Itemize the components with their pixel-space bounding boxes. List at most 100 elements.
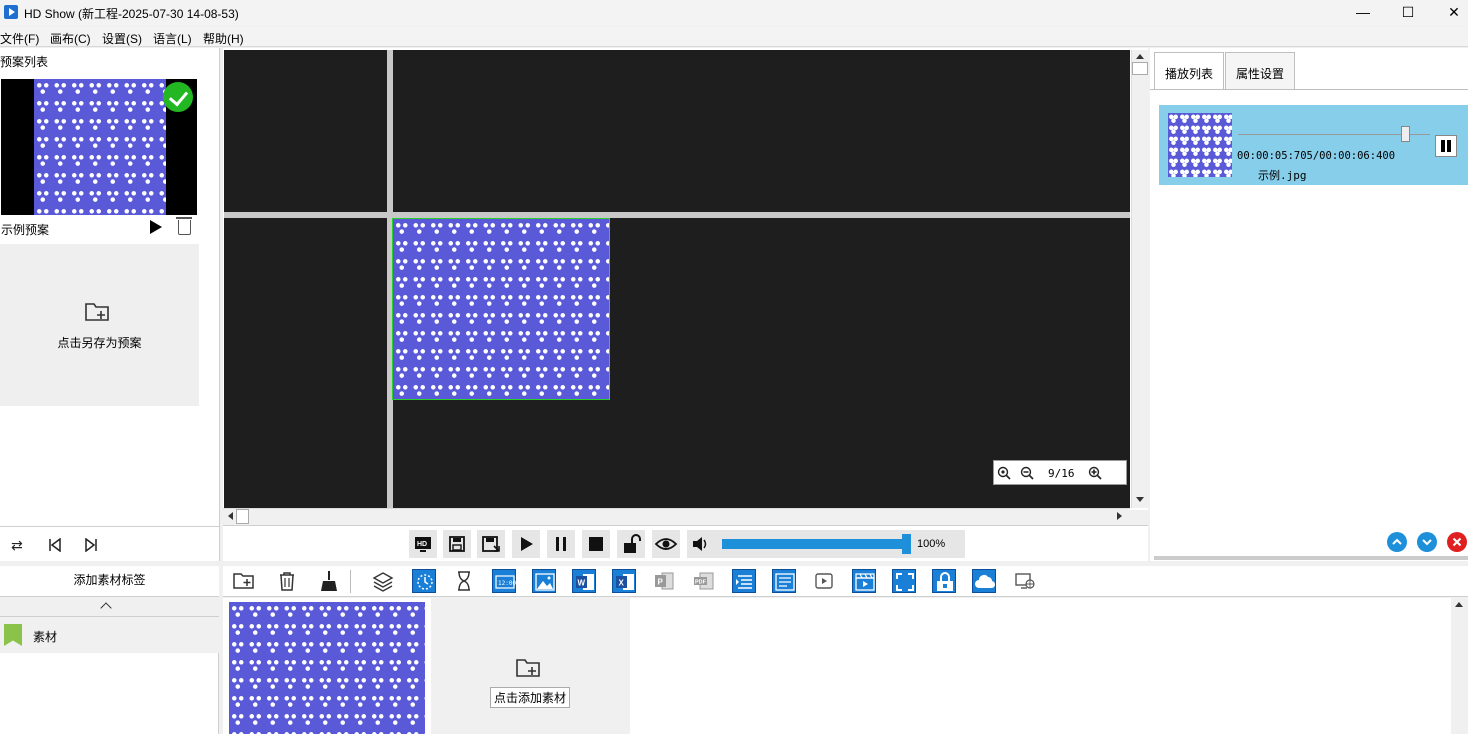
chevron-down-icon	[1422, 539, 1432, 546]
stop-button[interactable]	[582, 530, 610, 558]
scroll-up-icon[interactable]	[1455, 602, 1463, 607]
trash-icon	[280, 572, 294, 591]
word-material-button[interactable]: W	[572, 569, 596, 593]
canvas-image-layer[interactable]	[392, 218, 610, 400]
save-as-preset-button[interactable]: 点击另存为预案	[0, 244, 199, 406]
monitor-web-icon	[1015, 573, 1035, 589]
clapperboard-icon	[855, 573, 875, 591]
next-icon[interactable]	[84, 538, 98, 552]
preset-play-icon[interactable]	[150, 220, 162, 234]
fullscreen-material-button[interactable]	[892, 569, 916, 593]
material-thumbnail[interactable]	[229, 602, 425, 734]
lock-button[interactable]	[617, 530, 645, 558]
playlist-item-thumbnail	[1168, 113, 1232, 177]
save-button[interactable]	[443, 530, 471, 558]
add-folder-button[interactable]	[232, 569, 256, 593]
folder-plus-icon	[85, 303, 109, 321]
remove-button[interactable]	[1447, 532, 1467, 552]
clear-button[interactable]	[317, 569, 341, 593]
image-icon	[535, 573, 555, 591]
menu-file[interactable]: 文件(F)	[0, 30, 39, 47]
move-down-button[interactable]	[1417, 532, 1437, 552]
volume-slider-handle[interactable]	[902, 534, 911, 554]
hourglass-icon	[458, 571, 470, 591]
clock-material-button[interactable]	[412, 569, 436, 593]
play-button[interactable]	[512, 530, 540, 558]
zoom-fit-icon[interactable]	[997, 466, 1011, 480]
svg-text:W: W	[578, 579, 586, 588]
collapse-tags-button[interactable]	[0, 597, 219, 617]
playlist-pause-icon[interactable]	[1435, 135, 1457, 157]
scroll-thumb[interactable]	[1132, 62, 1148, 75]
menu-language[interactable]: 语言(L)	[153, 30, 192, 47]
scroll-up-icon[interactable]	[1136, 54, 1144, 59]
image-material-button[interactable]	[532, 569, 556, 593]
scroll-left-icon[interactable]	[228, 512, 233, 520]
material-vertical-scrollbar[interactable]	[1451, 598, 1468, 734]
playlist-item[interactable]: 00:00:05:705/00:00:06:400 示例.jpg	[1159, 105, 1468, 185]
scroll-right-icon[interactable]	[1117, 512, 1122, 520]
layer-button[interactable]	[371, 569, 395, 593]
timer-button[interactable]	[452, 569, 476, 593]
web-material-button[interactable]	[1013, 569, 1037, 593]
close-button[interactable]: ✕	[1431, 0, 1468, 26]
preset-name: 示例预案	[1, 223, 50, 237]
video-material-button[interactable]	[812, 569, 836, 593]
volume-icon[interactable]	[691, 535, 711, 553]
camera-material-button[interactable]	[932, 569, 956, 593]
preset-thumbnail[interactable]	[1, 79, 197, 215]
canvas[interactable]: 9/16	[224, 50, 1130, 508]
panel-divider	[1154, 556, 1468, 560]
scroll-down-icon[interactable]	[1136, 497, 1144, 502]
tab-properties[interactable]: 属性设置	[1225, 52, 1296, 90]
minimize-button[interactable]: —	[1340, 0, 1386, 26]
preview-button[interactable]	[652, 530, 680, 558]
pdf-icon: PDF	[694, 572, 714, 590]
delete-material-button[interactable]	[275, 569, 299, 593]
media-material-button[interactable]	[852, 569, 876, 593]
clock-icon	[417, 574, 433, 590]
tag-item[interactable]: 素材	[0, 617, 219, 653]
canvas-horizontal-scrollbar[interactable]	[223, 508, 1130, 524]
menu-help[interactable]: 帮助(H)	[203, 30, 244, 47]
check-icon	[163, 82, 193, 112]
excel-material-button[interactable]: X	[612, 569, 636, 593]
fullscreen-icon	[896, 573, 914, 591]
playlist-progress-handle[interactable]	[1400, 126, 1410, 142]
video-icon	[815, 573, 833, 589]
richtext-material-button[interactable]	[772, 569, 796, 593]
add-material-button[interactable]: 点击添加素材	[431, 598, 630, 734]
scroll-thumb[interactable]	[236, 509, 249, 524]
document-text-icon	[775, 573, 795, 591]
preset-toolbar: ⇄	[0, 526, 219, 561]
digital-clock-icon: 12:00	[495, 575, 516, 589]
tab-playlist[interactable]: 播放列表	[1154, 52, 1225, 90]
move-up-button[interactable]	[1387, 532, 1407, 552]
pause-button[interactable]	[547, 530, 575, 558]
add-material-tag-button[interactable]: 添加素材标签	[0, 566, 219, 597]
tag-label: 素材	[33, 630, 58, 644]
preset-thumbnail-image	[34, 79, 166, 215]
grid-line-horizontal	[224, 212, 1130, 218]
menu-canvas[interactable]: 画布(C)	[50, 30, 91, 47]
canvas-area: 9/16	[223, 48, 1148, 524]
pdf-material-button[interactable]: PDF	[692, 569, 716, 593]
canvas-vertical-scrollbar[interactable]	[1131, 50, 1148, 508]
maximize-button[interactable]: ☐	[1385, 0, 1431, 26]
layers-icon	[372, 572, 394, 592]
text-material-button[interactable]	[732, 569, 756, 593]
volume-slider[interactable]	[722, 539, 907, 549]
weather-material-button[interactable]	[972, 569, 996, 593]
loop-icon[interactable]: ⇄	[11, 537, 23, 554]
zoom-control: 9/16	[993, 460, 1127, 485]
ppt-material-button[interactable]: P	[652, 569, 676, 593]
zoom-out-icon[interactable]	[1020, 466, 1034, 480]
zoom-in-icon[interactable]	[1088, 466, 1102, 480]
trash-icon[interactable]	[176, 217, 192, 235]
menu-settings[interactable]: 设置(S)	[102, 30, 142, 47]
hd-button[interactable]: HD	[409, 530, 437, 558]
digital-clock-button[interactable]: 12:00	[492, 569, 516, 593]
save-as-button[interactable]	[477, 530, 505, 558]
previous-icon[interactable]	[48, 538, 62, 552]
save-icon	[449, 536, 465, 552]
